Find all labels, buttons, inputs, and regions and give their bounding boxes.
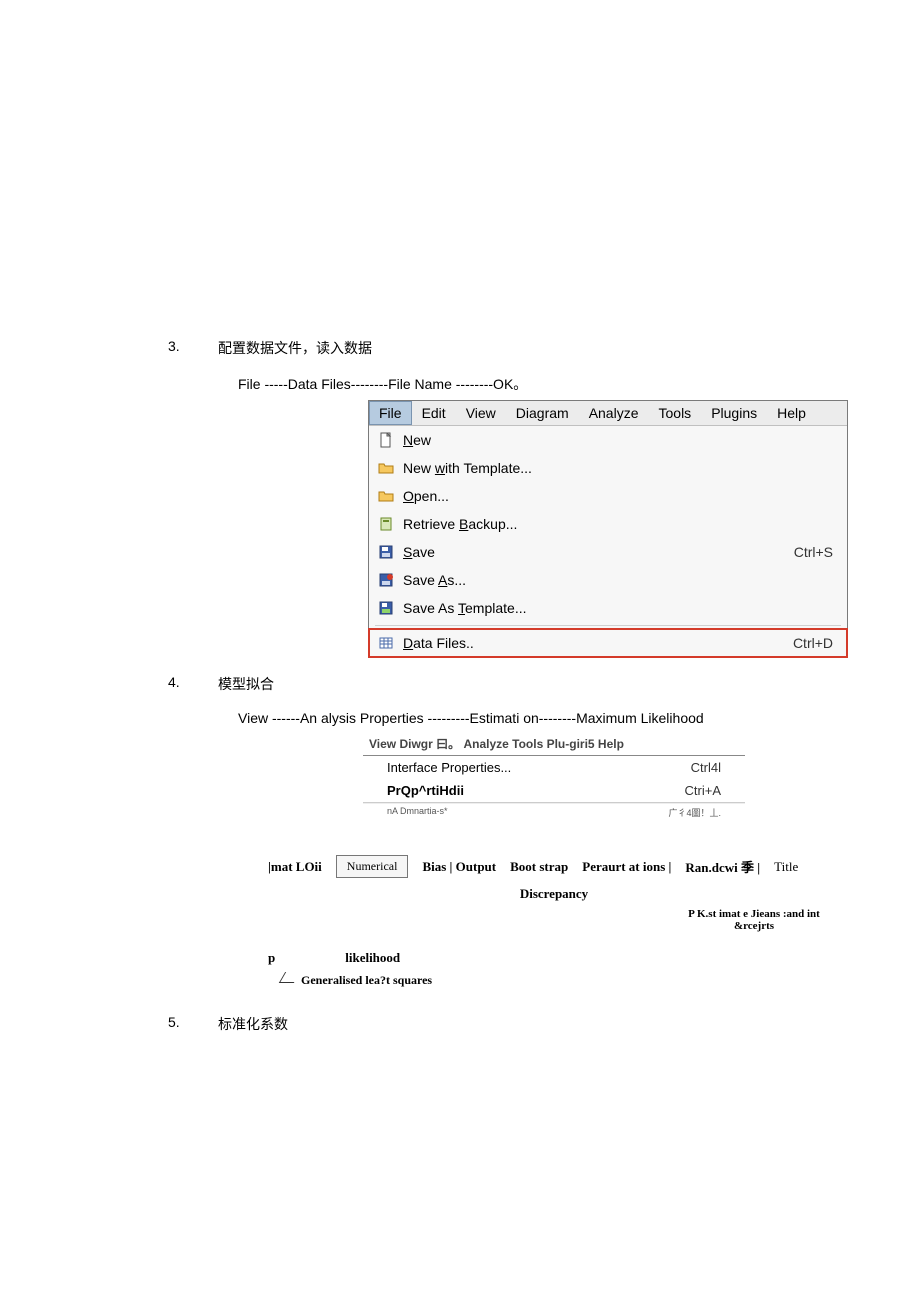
label-estimation: |mat LOii xyxy=(268,859,322,875)
menu-item-save-as-template[interactable]: Save As Template... xyxy=(369,594,847,622)
menu-plugins[interactable]: Plugins xyxy=(701,401,767,425)
option-estimate-means-intercepts[interactable]: P K.st imat e Jieans :and int &rcejrts xyxy=(668,908,840,932)
tab-permutations[interactable]: Peraurt at ions | xyxy=(582,859,671,875)
menu-separator xyxy=(375,625,841,626)
shortcut-save: Ctrl+S xyxy=(794,544,841,560)
menu-file[interactable]: File xyxy=(369,401,412,425)
data-files-icon xyxy=(375,635,397,651)
menu-item-extra[interactable]: nA Dmnartia-s* 广彳4圖！丄. xyxy=(363,803,745,821)
save-template-icon xyxy=(375,600,397,616)
save-as-icon xyxy=(375,572,397,588)
menu-item-open[interactable]: Open... xyxy=(369,482,847,510)
menu-diagram[interactable]: Diagram xyxy=(506,401,579,425)
file-dropdown: New New with Template... Open... Retriev… xyxy=(369,426,847,657)
menu-item-data-files[interactable]: Data Files.. Ctrl+D xyxy=(369,629,847,657)
step-5: 5. 标准化系数 xyxy=(168,1014,840,1044)
document-page: 3. 配置数据文件，读入数据 File -----Data Files-----… xyxy=(0,0,920,1044)
option-generalised-least-squares[interactable]: Generalised lea?t squares xyxy=(282,972,840,988)
analysis-properties-dialog: |mat LOii Numerical Bias | Output Boot s… xyxy=(268,855,840,988)
tab-bias-output[interactable]: Bias | Output xyxy=(422,859,496,875)
shortcut-data-files: Ctrl+D xyxy=(793,635,841,651)
menu-item-retrieve-backup[interactable]: Retrieve Backup... xyxy=(369,510,847,538)
step-num-3: 3. xyxy=(168,338,218,368)
menu-item-interface-properties[interactable]: Interface Properties... Ctrl4l xyxy=(363,756,745,779)
tab-bootstrap[interactable]: Boot strap xyxy=(510,859,568,875)
label-discrepancy: Discrepancy xyxy=(268,886,840,902)
tab-title[interactable]: Title xyxy=(774,859,798,875)
menu-item-analysis-properties[interactable]: PrQp^rtiHdii Ctri+A xyxy=(363,779,745,803)
open-folder-icon xyxy=(375,488,397,504)
open-folder-icon xyxy=(375,460,397,476)
save-icon xyxy=(375,544,397,560)
letter-p: p xyxy=(268,950,275,966)
menu-view[interactable]: View xyxy=(456,401,506,425)
app-menu-window: File Edit View Diagram Analyze Tools Plu… xyxy=(368,400,848,658)
menu-help[interactable]: Help xyxy=(767,401,816,425)
step-title-5: 标准化系数 xyxy=(218,1014,840,1034)
menu-item-save[interactable]: Save Ctrl+S xyxy=(369,538,847,566)
step-title-4: 模型拟合 xyxy=(218,674,840,694)
tab-row: |mat LOii Numerical Bias | Output Boot s… xyxy=(268,855,840,878)
view-menu-window: View Diwgr 曰。 Analyze Tools Plu-giri5 He… xyxy=(363,732,745,821)
step-path-4: View ------An alysis Properties --------… xyxy=(168,710,840,726)
tab-numerical[interactable]: Numerical xyxy=(336,855,409,878)
menubar: File Edit View Diagram Analyze Tools Plu… xyxy=(369,401,847,426)
new-file-icon xyxy=(375,432,397,448)
step-num-5: 5. xyxy=(168,1014,218,1044)
step-title-3: 配置数据文件，读入数据 xyxy=(218,338,840,358)
menu-item-new-template[interactable]: New with Template... xyxy=(369,454,847,482)
backup-icon xyxy=(375,516,397,532)
step-3: 3. 配置数据文件，读入数据 xyxy=(168,338,840,368)
step-num-4: 4. xyxy=(168,674,218,704)
step-path-3: File -----Data Files--------File Name --… xyxy=(168,374,840,394)
menu-item-save-as[interactable]: Save As... xyxy=(369,566,847,594)
menu-edit[interactable]: Edit xyxy=(412,401,456,425)
view-menubar: View Diwgr 曰。 Analyze Tools Plu-giri5 He… xyxy=(363,732,745,756)
option-maximum-likelihood[interactable]: likelihood xyxy=(345,950,400,966)
menu-tools[interactable]: Tools xyxy=(649,401,702,425)
step-4: 4. 模型拟合 xyxy=(168,674,840,704)
tab-random[interactable]: Ran.dcwi 季 | xyxy=(685,857,760,876)
menu-analyze[interactable]: Analyze xyxy=(579,401,649,425)
menu-item-new[interactable]: New xyxy=(369,426,847,454)
